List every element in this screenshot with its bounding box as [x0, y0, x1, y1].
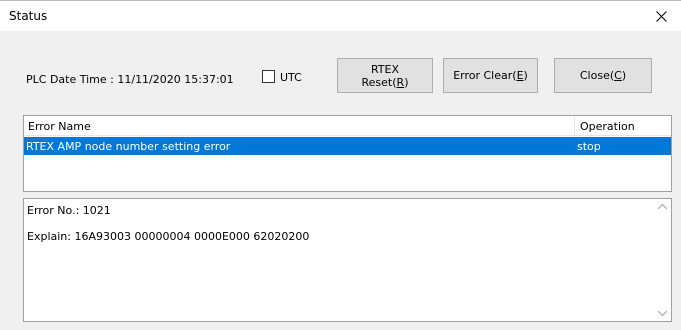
rtex-reset-line1: RTEX [370, 62, 400, 76]
close-button[interactable]: Close(C) [554, 58, 652, 93]
utc-checkbox[interactable] [262, 70, 275, 83]
close-label: Close(C) [579, 69, 627, 82]
table-header: Error Name Operation [24, 116, 671, 136]
cell-operation: stop [577, 140, 601, 153]
error-number: Error No.: 1021 [27, 204, 111, 217]
utc-label[interactable]: UTC [280, 71, 302, 84]
scroll-down-icon[interactable] [657, 309, 668, 317]
plc-date-time-value: 11/11/2020 15:37:01 [117, 73, 234, 86]
detail-scrollbar[interactable] [654, 199, 671, 321]
plc-date-time: PLC Date Time : 11/11/2020 15:37:01 [26, 73, 234, 86]
cell-error-name: RTEX AMP node number setting error [26, 140, 231, 153]
error-clear-label: Error Clear(E) [453, 69, 528, 82]
close-icon [655, 10, 667, 22]
explain-label: Explain: [27, 230, 71, 243]
error-list-table[interactable]: Error Name Operation RTEX AMP node numbe… [23, 115, 672, 192]
error-explain: Explain: 16A93003 00000004 0000E000 6202… [27, 230, 309, 243]
column-divider[interactable] [574, 116, 575, 136]
error-detail-box[interactable]: Error No.: 1021 Explain: 16A93003 000000… [23, 198, 672, 322]
scroll-up-icon[interactable] [657, 203, 668, 211]
rtex-reset-line2: Reset(R) [361, 75, 409, 89]
explain-value: 16A93003 00000004 0000E000 62020200 [74, 230, 310, 243]
window-title: Status [9, 9, 48, 23]
title-bar: Status [0, 1, 681, 31]
error-clear-button[interactable]: Error Clear(E) [443, 58, 538, 93]
rtex-reset-button[interactable]: RTEX Reset(R) [337, 58, 433, 93]
column-header-operation[interactable]: Operation [580, 120, 635, 133]
column-header-error-name[interactable]: Error Name [28, 120, 91, 133]
error-number-value: 1021 [82, 204, 111, 217]
error-number-label: Error No.: [27, 204, 80, 217]
table-row[interactable]: RTEX AMP node number setting error stop [24, 137, 671, 155]
window-close-button[interactable] [641, 1, 681, 31]
plc-date-time-label: PLC Date Time : [26, 73, 114, 86]
status-dialog: Status PLC Date Time : 11/11/2020 15:37:… [0, 0, 681, 330]
